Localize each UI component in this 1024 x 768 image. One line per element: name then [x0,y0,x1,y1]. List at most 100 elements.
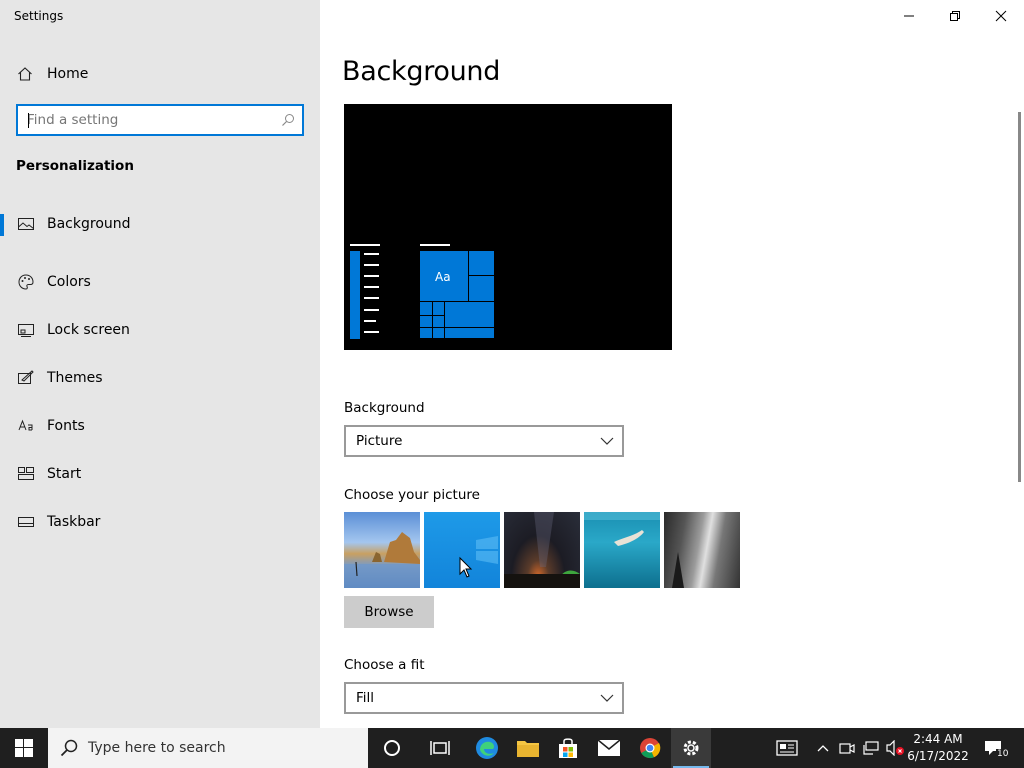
sidebar: Settings Home Personalization Background… [0,0,320,728]
taskbar-search-placeholder: Type here to search [88,740,226,756]
network-button[interactable] [862,728,880,768]
search-icon[interactable] [274,113,302,127]
mail-icon [597,739,621,756]
meet-now-button[interactable] [838,728,856,768]
minimize-icon [904,15,914,17]
news-button[interactable] [774,728,800,768]
search-icon [60,739,78,757]
picture-icon [18,216,34,232]
picture-thumb-night-sky[interactable] [504,512,580,588]
close-button[interactable] [978,0,1024,32]
sidebar-item-background[interactable]: Background [0,210,320,258]
picture-thumb-windows-blue[interactable] [424,512,500,588]
news-icon [776,740,798,756]
app-title: Settings [14,9,64,23]
clock-date: 6/17/2022 [907,749,969,763]
sidebar-item-fonts[interactable]: Fonts [0,402,320,450]
sidebar-item-taskbar[interactable]: Taskbar [0,498,320,546]
restore-button[interactable] [932,0,978,32]
mail-button[interactable] [589,728,629,768]
sidebar-nav: Background Colors Lock screen Themes Fon… [0,210,320,546]
themes-icon [18,370,34,386]
fit-dropdown[interactable]: Fill [344,682,624,714]
start-icon [18,466,34,482]
settings-taskbar-button[interactable] [671,728,711,768]
browse-button[interactable]: Browse [344,596,434,628]
store-button[interactable] [548,728,588,768]
background-dropdown[interactable]: Picture [344,425,624,457]
sidebar-item-start[interactable]: Start [0,450,320,498]
clock-time: 2:44 AM [913,732,963,746]
minimize-button[interactable] [886,0,932,32]
chevron-up-icon [817,745,829,752]
background-dropdown-value: Picture [356,433,403,449]
palette-icon [18,274,34,290]
start-button[interactable] [0,728,48,768]
taskbar-icon [18,514,34,530]
sidebar-item-label: Colors [47,274,91,290]
picture-thumb-rock-cliff[interactable] [664,512,740,588]
preview-line [420,244,450,246]
cortana-button[interactable] [372,728,412,768]
preview-line [364,297,379,299]
chrome-icon [640,738,661,759]
home-icon [16,65,34,83]
choose-fit-label: Choose a fit [344,657,425,673]
scrollbar[interactable] [1018,112,1021,482]
preview-line [364,309,379,311]
picture-thumb-underwater-swimmer[interactable] [584,512,660,588]
volume-muted-icon [886,740,904,756]
task-view-button[interactable] [420,728,460,768]
volume-button[interactable] [884,728,906,768]
sidebar-item-label: Themes [47,370,103,386]
chevron-down-icon [600,437,614,445]
sidebar-item-label: Taskbar [47,514,101,530]
sidebar-item-label: Start [47,466,82,482]
store-icon [559,738,577,758]
lock-screen-icon [18,322,34,338]
find-setting-search[interactable] [16,104,304,136]
choose-picture-label: Choose your picture [344,487,480,503]
taskbar: Type here to search 2:44 AM 6/17/2022 10 [0,728,1024,768]
preview-line [364,331,379,333]
preview-line [364,275,379,277]
preview-line [350,244,380,246]
clock[interactable]: 2:44 AM 6/17/2022 [906,731,970,765]
edge-taskbar-button[interactable] [467,728,507,768]
notification-count: 10 [996,749,1010,759]
home-link[interactable]: Home [16,62,88,86]
preview-line [364,264,379,266]
section-title: Personalization [16,158,134,174]
folder-icon [517,741,539,757]
sidebar-item-label: Lock screen [47,322,130,338]
sidebar-item-themes[interactable]: Themes [0,354,320,402]
taskbar-search-box[interactable]: Type here to search [48,728,368,768]
background-preview: Aa [344,104,672,350]
preview-tiles [420,251,494,338]
windows-logo-icon [15,739,33,757]
task-view-icon [430,741,450,755]
show-hidden-icons-button[interactable] [814,728,832,768]
fit-dropdown-value: Fill [356,690,375,706]
search-input[interactable] [18,106,274,134]
preview-start-column [350,251,360,339]
text-caret [28,113,29,128]
sidebar-item-colors[interactable]: Colors [0,258,320,306]
cortana-icon [384,740,400,756]
action-center-button[interactable] [982,728,1004,768]
chevron-down-icon [600,694,614,702]
network-icon [863,741,879,755]
sidebar-item-label: Background [47,216,131,232]
chrome-button[interactable] [630,728,670,768]
picture-thumb-beach-rocks[interactable] [344,512,420,588]
preview-line [364,320,376,322]
edge-icon [476,737,498,759]
fonts-icon [18,418,34,434]
sidebar-item-label: Fonts [47,418,85,434]
page-title: Background [342,56,501,87]
home-label: Home [47,66,89,82]
picture-thumbnails [344,512,740,588]
file-explorer-button[interactable] [508,728,548,768]
preview-line [364,253,379,255]
sidebar-item-lock-screen[interactable]: Lock screen [0,306,320,354]
